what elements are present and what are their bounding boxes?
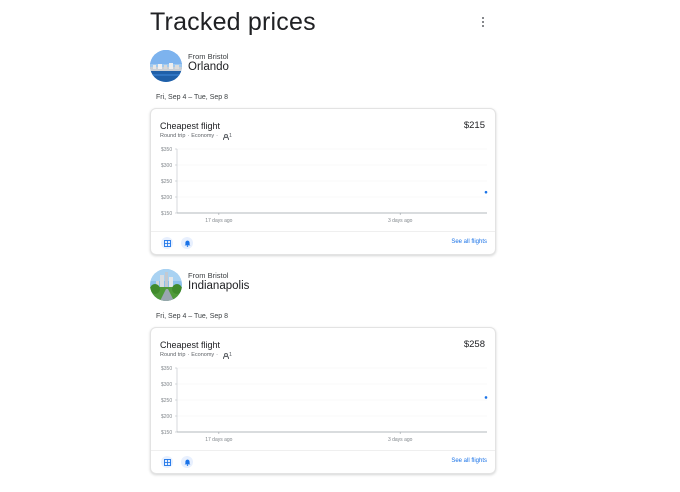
bell-icon[interactable] xyxy=(181,237,193,249)
page-title: Tracked prices xyxy=(150,8,316,36)
trip-type: Round trip xyxy=(160,352,186,358)
grid-icon[interactable] xyxy=(161,237,173,249)
x-tick-label: 3 days ago xyxy=(388,437,413,443)
cabin-class: Economy xyxy=(191,133,215,139)
origin-label: From Bristol xyxy=(188,52,229,61)
passenger-count: 1 xyxy=(229,352,233,358)
x-tick-label: 17 days ago xyxy=(205,218,232,224)
separator-dot: · xyxy=(187,133,190,139)
price-history-chart: $350 $300 $250 $200 $150 17 days ago 3 days ag… xyxy=(151,145,495,227)
see-all-flights-link[interactable]: See all flights xyxy=(451,458,487,464)
separator-dot: · xyxy=(216,133,219,139)
see-all-flights-link[interactable]: See all flights xyxy=(451,239,487,245)
passenger-count: 1 xyxy=(229,133,233,139)
tracked-route-indianapolis: From Bristol Indianapolis Fri, Sep 4 – T… xyxy=(148,269,498,484)
trip-details: Round trip · Economy · 1 xyxy=(160,352,233,359)
trip-type: Round trip xyxy=(160,133,186,139)
separator-dot: · xyxy=(187,352,190,358)
price-card[interactable]: Cheapest flight $258 Round trip · Econom… xyxy=(150,327,496,474)
price-point xyxy=(484,396,488,399)
card-footer: See all flights xyxy=(151,450,495,473)
destination-photo xyxy=(150,269,182,301)
y-tick-label: $350 xyxy=(161,147,172,153)
price-point xyxy=(484,190,488,194)
trip-dates: Fri, Sep 4 – Tue, Sep 8 xyxy=(156,313,228,320)
current-price: $258 xyxy=(463,339,485,350)
origin-label: From Bristol xyxy=(188,271,229,280)
card-title: Cheapest flight xyxy=(160,340,221,350)
person-icon xyxy=(222,133,229,140)
y-tick-label: $300 xyxy=(161,163,172,169)
trip-details: Round trip · Economy · 1 xyxy=(160,133,233,140)
separator-dot: · xyxy=(216,352,219,358)
x-tick-label: 17 days ago xyxy=(205,437,232,443)
y-tick-label: $150 xyxy=(161,430,172,436)
destination-name: Orlando xyxy=(188,61,229,73)
card-title: Cheapest flight xyxy=(160,121,221,131)
y-tick-label: $350 xyxy=(161,366,172,372)
bell-icon[interactable] xyxy=(181,456,193,468)
price-card[interactable]: Cheapest flight $215 Round trip · Econom… xyxy=(150,108,496,255)
tracked-route-orlando: From Bristol Orlando Fri, Sep 4 – Tue, S… xyxy=(148,50,498,260)
y-tick-label: $300 xyxy=(161,382,172,388)
destination-name: Indianapolis xyxy=(188,280,250,292)
y-tick-label: $200 xyxy=(161,195,172,201)
cabin-class: Economy xyxy=(191,352,215,358)
y-tick-label: $200 xyxy=(161,414,172,420)
y-tick-label: $250 xyxy=(161,398,172,404)
chart-svg: $350 $300 $250 $200 $150 17 days ago 3 days ag… xyxy=(161,366,488,443)
person-icon xyxy=(222,352,229,359)
chart-svg: $350 $300 $250 $200 $150 17 days ago 3 days ag… xyxy=(161,147,488,224)
card-footer: See all flights xyxy=(151,231,495,254)
grid-icon[interactable] xyxy=(161,456,173,468)
y-tick-label: $150 xyxy=(161,211,172,217)
more-vert-icon[interactable] xyxy=(476,13,490,31)
destination-photo xyxy=(150,50,182,82)
trip-dates: Fri, Sep 4 – Tue, Sep 8 xyxy=(156,94,228,101)
price-history-chart: $350 $300 $250 $200 $150 17 days ago 3 days ag… xyxy=(151,364,495,446)
current-price: $215 xyxy=(463,120,485,131)
y-tick-label: $250 xyxy=(161,179,172,185)
x-tick-label: 3 days ago xyxy=(388,218,413,224)
